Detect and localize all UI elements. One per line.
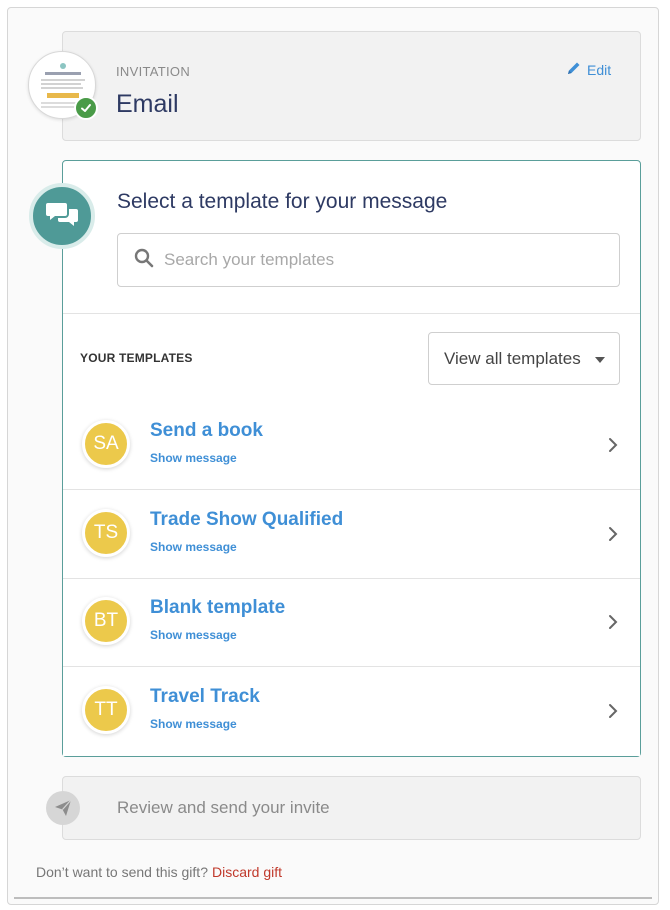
invitation-label: INVITATION — [116, 64, 191, 79]
chat-bubbles-icon — [29, 183, 95, 249]
template-avatar: TS — [82, 509, 130, 557]
template-avatar: SA — [82, 420, 130, 468]
pencil-icon — [566, 60, 582, 79]
search-icon — [134, 248, 154, 273]
template-row-blank-template[interactable]: BT Blank template Show message — [63, 579, 640, 667]
template-heading: Select a template for your message — [117, 190, 448, 213]
template-avatar: BT — [82, 597, 130, 645]
edit-label: Edit — [587, 61, 612, 78]
template-avatar: TT — [82, 686, 130, 734]
search-input[interactable] — [164, 250, 584, 270]
chevron-right-icon — [609, 438, 618, 452]
edit-button[interactable]: Edit — [566, 60, 611, 79]
review-step-label: Review and send your invite — [117, 798, 330, 817]
discard-prompt: Don’t want to send this gift? Discard gif… — [36, 864, 282, 880]
panel-bottom-border — [14, 897, 652, 899]
template-name[interactable]: Blank template — [150, 597, 285, 619]
paper-plane-icon — [46, 791, 80, 825]
caret-down-icon — [595, 357, 605, 363]
check-icon — [74, 96, 98, 120]
view-all-templates-dropdown[interactable]: View all templates — [428, 332, 620, 385]
template-name[interactable]: Send a book — [150, 420, 263, 442]
chevron-right-icon — [609, 527, 618, 541]
invitation-title: Email — [116, 90, 179, 118]
show-message-link[interactable]: Show message — [150, 628, 237, 642]
chevron-right-icon — [609, 615, 618, 629]
template-name[interactable]: Travel Track — [150, 686, 260, 708]
discard-gift-link[interactable]: Discard gift — [212, 864, 282, 880]
template-row-send-a-book[interactable]: SA Send a book Show message — [63, 402, 640, 490]
divider — [63, 313, 640, 314]
show-message-link[interactable]: Show message — [150, 717, 237, 731]
row-divider — [63, 666, 640, 667]
template-row-travel-track[interactable]: TT Travel Track Show message — [63, 668, 640, 756]
search-field[interactable] — [117, 233, 620, 287]
discard-question: Don’t want to send this gift? — [36, 864, 208, 880]
your-templates-label: YOUR TEMPLATES — [80, 351, 193, 365]
invitation-card — [62, 31, 641, 141]
show-message-link[interactable]: Show message — [150, 540, 237, 554]
chevron-right-icon — [609, 704, 618, 718]
view-all-label: View all templates — [444, 348, 581, 368]
show-message-link[interactable]: Show message — [150, 451, 237, 465]
row-divider — [63, 489, 640, 490]
template-name[interactable]: Trade Show Qualified — [150, 509, 343, 531]
template-row-trade-show-qualified[interactable]: TS Trade Show Qualified Show message — [63, 491, 640, 579]
